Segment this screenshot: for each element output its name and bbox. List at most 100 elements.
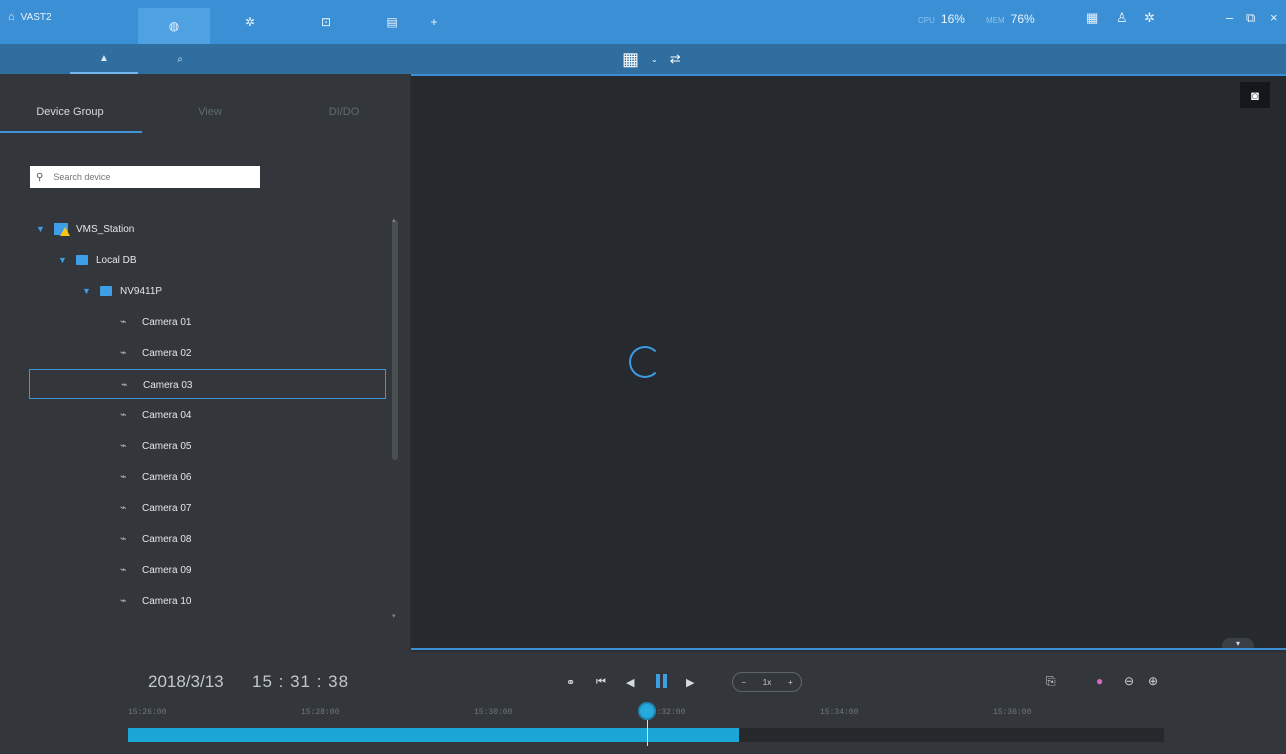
camera-node: ⌁ Camera 10 xyxy=(120,586,191,616)
camera-row[interactable]: ⌁ Camera 06 xyxy=(0,462,392,492)
camera-icon: ⌁ xyxy=(120,471,127,483)
speed-label: 1x xyxy=(762,677,772,687)
plus-icon: + xyxy=(430,15,438,29)
camera-row[interactable]: ⌁ Camera 07 xyxy=(0,493,392,523)
tab-add[interactable]: + xyxy=(414,8,454,36)
camera-node: ⌁ Camera 01 xyxy=(120,307,191,337)
sync-icon[interactable]: ⚭ xyxy=(566,676,575,689)
sequence-icon[interactable]: ⇄ xyxy=(670,51,681,67)
expand-arrow-icon[interactable]: ▼ xyxy=(58,255,68,265)
expand-arrow-icon[interactable]: ▼ xyxy=(36,224,46,234)
camera-icon: ⌁ xyxy=(120,440,127,452)
search-input[interactable] xyxy=(51,171,236,183)
tab-dido[interactable]: DI/DO xyxy=(274,106,414,118)
timeline-handle[interactable] xyxy=(640,704,654,718)
camera-row[interactable]: ⌁ Camera 10 xyxy=(0,586,392,616)
timeline-tick-label: 15:30:00 xyxy=(474,708,513,717)
alarm-icon: ⊡ xyxy=(320,15,332,29)
timeline-bar[interactable] xyxy=(128,728,1164,742)
camera-row[interactable]: ⌁ Camera 09 xyxy=(0,555,392,585)
camera-row[interactable]: ⌁ Camera 02 xyxy=(0,338,392,368)
camera-icon: ⌁ xyxy=(120,409,127,421)
camera-icon: ⌁ xyxy=(120,564,127,576)
camera-node: ⌁ Camera 06 xyxy=(120,462,191,492)
camera-icon: ⌁ xyxy=(121,379,128,391)
camera-row[interactable]: ⌁ Camera 05 xyxy=(0,431,392,461)
tab-device-group[interactable]: Device Group xyxy=(0,106,140,118)
camera-icon: ⌁ xyxy=(120,502,127,514)
camera-node: ⌁ Camera 05 xyxy=(120,431,191,461)
station-label: VMS_Station xyxy=(76,223,135,235)
playback-panel: 2018/3/13 15 : 31 : 38 ⚭ ⏮ ◀ ▶ − 1x + ⎘ … xyxy=(0,652,1286,754)
user-icon[interactable]: ♙ xyxy=(1116,10,1128,26)
camera-node: ⌁ Camera 07 xyxy=(120,493,191,523)
localdb-label: Local DB xyxy=(96,254,137,266)
tab-liveview[interactable]: ◍ xyxy=(138,8,210,44)
vast-logo-icon: ⌂ xyxy=(8,11,15,23)
zoom-out-icon[interactable]: ⊖ xyxy=(1124,674,1134,688)
camera-icon: ⌁ xyxy=(120,316,127,328)
search-icon: ⚲ xyxy=(36,171,44,183)
snapshot-button[interactable]: ◙ xyxy=(1240,82,1270,108)
zoom-in-icon[interactable]: ⊕ xyxy=(1148,674,1158,688)
search-icon: ⌕ xyxy=(177,53,183,65)
camera-icon: ⌁ xyxy=(120,595,127,607)
camera-row[interactable]: ⌁ Camera 08 xyxy=(0,524,392,554)
cpu-value: 16% xyxy=(940,12,965,26)
nvr-folder-icon xyxy=(100,286,112,296)
layout-grid-icon[interactable]: ▦ xyxy=(622,49,639,70)
tree-scrollbar[interactable] xyxy=(392,220,398,460)
mem-label: MEM xyxy=(986,16,1005,25)
expand-arrow-icon[interactable]: ▼ xyxy=(82,286,92,296)
camera-row[interactable]: ⌁ Camera 04 xyxy=(0,400,392,430)
tab-view[interactable]: View xyxy=(140,106,280,118)
camera-snapshot-icon: ◙ xyxy=(1251,87,1259,103)
camera-row[interactable]: ⌁ Camera 01 xyxy=(0,307,392,337)
sub-toolbar: ▲ ⌕ ▦ ⌄ ⇄ xyxy=(0,44,1286,74)
mem-usage: MEM 76% xyxy=(986,12,1035,26)
pause-button[interactable] xyxy=(656,674,668,688)
restore-icon[interactable]: ⧉ xyxy=(1246,10,1255,26)
step-forward-icon[interactable]: ▶ xyxy=(686,676,694,689)
tree-node-nvr[interactable]: ▼ NV9411P xyxy=(82,276,162,306)
timeline-tick-label: 15:28:00 xyxy=(301,708,340,717)
camera-row[interactable]: ⌁ Camera 03 xyxy=(29,369,386,399)
scroll-up-icon[interactable]: ▴ xyxy=(392,216,396,224)
export-icon[interactable]: ⎘ xyxy=(1046,674,1056,689)
camera-node: ⌁ Camera 03 xyxy=(121,370,192,400)
grid-menu-icon[interactable]: ▦ xyxy=(1086,10,1098,26)
app-logo: ⌂ VAST2 xyxy=(8,6,52,28)
mem-value: 76% xyxy=(1010,12,1035,26)
tab-alarm[interactable]: ⊡ xyxy=(290,8,362,36)
chevron-down-icon[interactable]: ⌄ xyxy=(651,55,658,64)
bookmark-icon[interactable]: ● xyxy=(1096,674,1103,688)
tab-playback[interactable]: ✲ xyxy=(214,8,286,36)
scroll-down-icon[interactable]: ▾ xyxy=(392,612,396,620)
tree-node-localdb[interactable]: ▼ Local DB xyxy=(58,245,137,275)
settings-icon[interactable]: ✲ xyxy=(1144,10,1155,26)
camera-label: Camera 06 xyxy=(142,471,192,483)
tab-underline xyxy=(0,131,142,133)
speed-increase-icon[interactable]: + xyxy=(788,678,793,687)
tree-node-station[interactable]: ▼ VMS_Station xyxy=(36,214,134,244)
close-icon[interactable]: × xyxy=(1270,10,1278,25)
playback-icon: ✲ xyxy=(244,15,256,29)
step-back-icon[interactable]: ◀ xyxy=(626,676,634,689)
minimize-icon[interactable]: – xyxy=(1226,10,1233,25)
speed-control: − 1x + xyxy=(732,672,802,692)
timeline-tick-label: 15:26:00 xyxy=(128,708,167,717)
device-list-icon: ▲ xyxy=(99,52,109,64)
panel-tabs: Device Group View DI/DO xyxy=(0,96,410,133)
folder-icon xyxy=(76,255,88,265)
camera-node: ⌁ Camera 02 xyxy=(120,338,191,368)
video-viewer[interactable]: ◙ ▾ xyxy=(411,74,1286,650)
server-warning-icon xyxy=(54,223,70,236)
camera-label: Camera 07 xyxy=(142,502,192,514)
tab-device-list[interactable]: ▲ xyxy=(70,44,138,74)
cpu-label: CPU xyxy=(918,16,935,25)
speed-decrease-icon[interactable]: − xyxy=(741,678,746,687)
layout-controls: ▦ ⌄ ⇄ xyxy=(622,44,681,74)
go-start-icon[interactable]: ⏮ xyxy=(596,676,606,689)
camera-label: Camera 08 xyxy=(142,533,192,545)
tab-search[interactable]: ⌕ xyxy=(146,44,214,74)
